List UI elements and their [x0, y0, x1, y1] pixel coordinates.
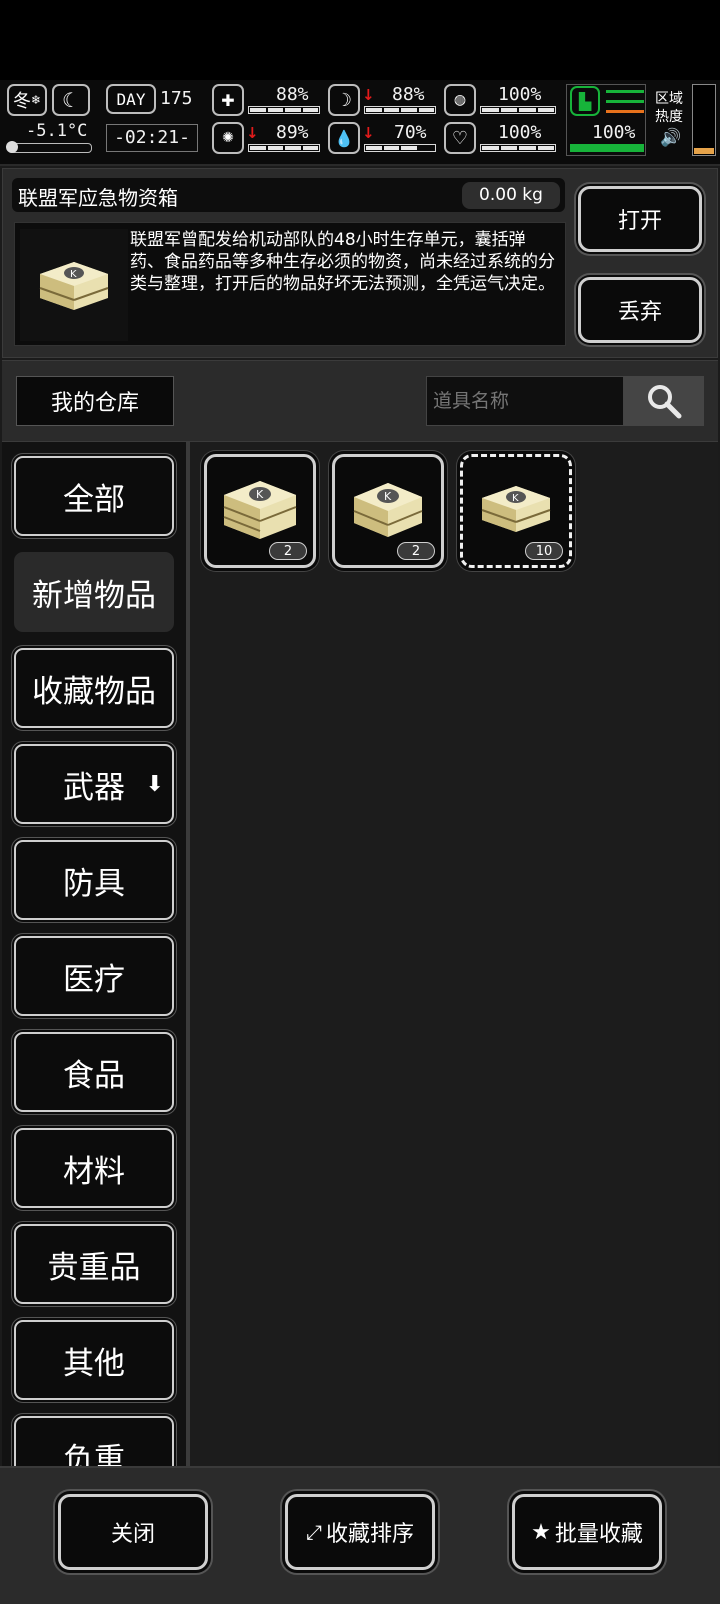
batch-favorite-label: 批量收藏	[554, 1522, 643, 1547]
stamina-bar	[570, 144, 644, 152]
category-all[interactable]: 全部	[14, 456, 174, 536]
night-moon-icon: ☾	[52, 84, 90, 116]
category-materials[interactable]: 材料	[14, 1128, 174, 1208]
temperature: -5.1°C	[26, 121, 88, 141]
category-sidebar[interactable]: 全部 新增物品 收藏物品 武器 ⬇ 防具 医疗 食品 材料 贵重品 其他 负重	[2, 442, 186, 1466]
item-slot[interactable]: K 2	[204, 454, 316, 568]
category-armor[interactable]: 防具	[14, 840, 174, 920]
category-medical[interactable]: 医疗	[14, 936, 174, 1016]
search-button[interactable]	[624, 376, 704, 426]
stamina-line-3	[606, 110, 644, 113]
item-grid	[190, 442, 718, 1466]
supply-crate-icon: K	[39, 262, 109, 310]
stomach-value: 100%	[498, 84, 542, 105]
favorite-sort-label: 收藏排序	[325, 1522, 414, 1547]
stomach-icon: ◍	[444, 84, 476, 116]
water-drop-icon: 💧	[328, 122, 360, 154]
heart-icon: ♡	[444, 122, 476, 154]
category-favorites[interactable]: 收藏物品	[14, 648, 174, 728]
sleep-moon-icon: ☽	[328, 84, 360, 116]
supply-crate-large-icon: K	[223, 481, 297, 539]
category-food[interactable]: 食品	[14, 1032, 174, 1112]
sleep-value: 88%	[392, 84, 425, 105]
expand-down-arrow-icon: ⬇	[145, 771, 164, 797]
item-search-input[interactable]	[426, 376, 624, 426]
speaker-icon[interactable]: 🔊	[660, 128, 681, 148]
svg-text:K: K	[256, 488, 264, 501]
category-new-items[interactable]: 新增物品	[14, 552, 174, 632]
item-slot-selected[interactable]: K 10	[460, 454, 572, 568]
boot-icon: ▙	[570, 86, 600, 116]
health-value: 88%	[276, 84, 309, 105]
status-bar-area	[0, 0, 720, 80]
zone-heat-label: 区域 热度	[655, 91, 683, 125]
item-name: 联盟军应急物资箱	[18, 186, 178, 210]
item-count: 2	[397, 542, 435, 560]
mental-bar	[248, 144, 320, 152]
zone-heat-meter	[692, 84, 716, 156]
day-number: 175	[160, 88, 193, 109]
heart-value: 100%	[498, 122, 542, 143]
stamina-line-2	[606, 100, 644, 103]
batch-favorite-button[interactable]: ★ 批量收藏	[512, 1494, 662, 1570]
category-load[interactable]: 负重	[14, 1416, 174, 1466]
item-count: 10	[525, 542, 563, 560]
season-badge: 冬 ❄	[7, 84, 47, 116]
snowflake-icon: ❄	[30, 93, 42, 107]
stamina-line-1	[606, 90, 644, 93]
svg-text:K: K	[384, 490, 392, 503]
item-description: 联盟军曾配发给机动部队的48小时生存单元，囊括弹药、食品药品等多种生存必须的物资…	[130, 230, 555, 294]
warehouse-title: 我的仓库	[16, 376, 174, 426]
item-count: 2	[269, 542, 307, 560]
svg-text:K: K	[70, 269, 77, 280]
sleep-falling-arrow-icon: ↓	[362, 86, 375, 104]
brain-icon: ✺	[212, 122, 244, 154]
category-other[interactable]: 其他	[14, 1320, 174, 1400]
search-icon	[648, 385, 682, 419]
stamina-value: 100%	[592, 122, 636, 143]
supply-crate-small-icon: K	[481, 486, 551, 532]
mental-falling-arrow-icon: ↓	[246, 124, 259, 142]
category-valuables[interactable]: 贵重品	[14, 1224, 174, 1304]
season-label: 冬	[12, 91, 31, 112]
item-slot[interactable]: K 2	[332, 454, 444, 568]
close-button[interactable]: 关闭	[58, 1494, 208, 1570]
category-weapons-label: 武器	[63, 769, 125, 806]
open-button[interactable]: 打开	[578, 186, 702, 252]
thermometer-icon	[6, 141, 92, 153]
discard-button[interactable]: 丢弃	[578, 277, 702, 343]
stomach-bar	[480, 106, 556, 114]
item-weight: 0.00 kg	[462, 182, 560, 209]
water-falling-arrow-icon: ↓	[362, 124, 375, 142]
water-value: 70%	[394, 122, 427, 143]
health-bar	[248, 106, 320, 114]
swap-arrows-icon: ⤢	[305, 1520, 322, 1544]
svg-text:K: K	[512, 493, 519, 504]
favorite-sort-button[interactable]: ⤢ 收藏排序	[285, 1494, 435, 1570]
game-clock: -02:21-	[106, 124, 198, 152]
medkit-icon: ✚	[212, 84, 244, 116]
water-bar	[364, 144, 436, 152]
sleep-bar	[364, 106, 436, 114]
supply-crate-medium-icon: K	[353, 483, 423, 537]
mental-value: 89%	[276, 122, 309, 143]
star-icon: ★	[531, 1519, 551, 1545]
category-weapons[interactable]: 武器 ⬇	[14, 744, 174, 824]
day-label: DAY	[106, 84, 156, 114]
heart-bar	[480, 144, 556, 152]
item-preview-image: K	[20, 229, 128, 341]
